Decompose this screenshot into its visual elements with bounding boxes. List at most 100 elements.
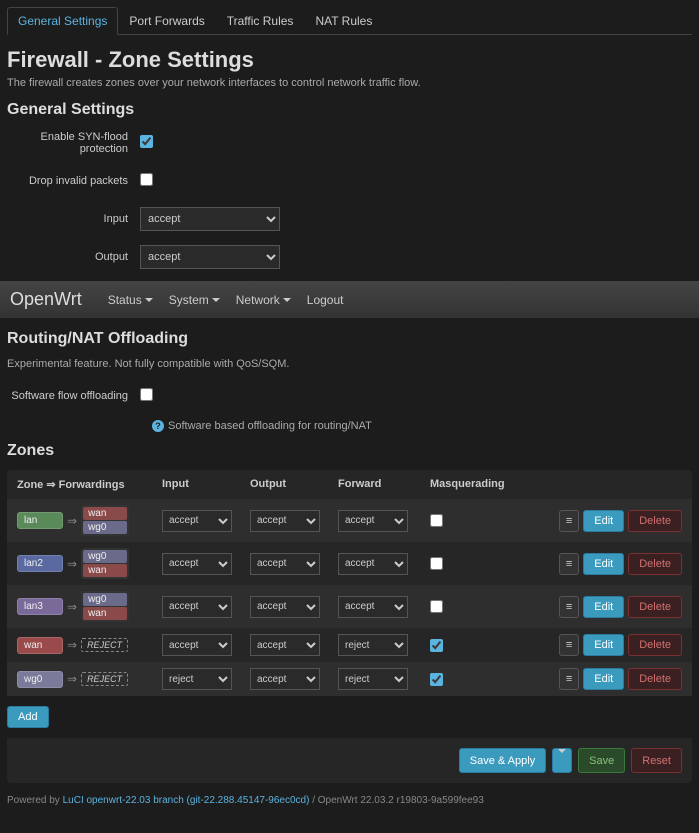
arrow-icon: ⇒ xyxy=(67,600,77,614)
arrow-icon: ⇒ xyxy=(67,557,77,571)
forwarding-stack: wg0wan xyxy=(81,591,129,622)
zone-lan-masq-checkbox[interactable] xyxy=(430,514,443,527)
table-header: Zone ⇒ Forwardings Input Output Forward … xyxy=(7,470,692,499)
reset-button[interactable]: Reset xyxy=(631,748,682,773)
fwd-badge-wg0: wg0 xyxy=(83,521,127,534)
zone-wan-f-select[interactable]: reject xyxy=(338,634,408,656)
zone-wg0-out-select[interactable]: accept xyxy=(250,668,320,690)
zone-lan-f-select[interactable]: accept xyxy=(338,510,408,532)
zone-row-wan: wan ⇒ REJECT accept accept reject ≡EditDelete xyxy=(7,628,692,662)
info-icon: ? xyxy=(152,420,164,432)
syn-label: Enable SYN-flood protection xyxy=(7,131,140,155)
zone-lan2-in-select[interactable]: accept xyxy=(162,553,232,575)
zone-wg0-f-select[interactable]: reject xyxy=(338,668,408,690)
fwd-badge-wg0: wg0 xyxy=(83,550,127,563)
zone-lan3-out-select[interactable]: accept xyxy=(250,596,320,618)
nav-system[interactable]: System xyxy=(169,293,220,307)
drop-checkbox[interactable] xyxy=(140,173,153,186)
chevron-down-icon xyxy=(283,298,291,302)
syn-checkbox[interactable] xyxy=(140,135,153,148)
save-apply-dropdown[interactable] xyxy=(552,748,572,773)
tab-traffic-rules[interactable]: Traffic Rules xyxy=(216,7,305,34)
chevron-down-icon xyxy=(212,298,220,302)
footer-actions: Save & Apply Save Reset xyxy=(7,738,692,783)
tabs: General SettingsPort ForwardsTraffic Rul… xyxy=(7,7,692,35)
save-button[interactable]: Save xyxy=(578,748,625,773)
drag-handle-icon[interactable]: ≡ xyxy=(559,596,579,618)
reject-badge: REJECT xyxy=(81,638,128,652)
th-output: Output xyxy=(250,478,338,491)
zone-wan-out-select[interactable]: accept xyxy=(250,634,320,656)
tab-nat-rules[interactable]: NAT Rules xyxy=(304,7,383,34)
fwd-badge-wan: wan xyxy=(83,607,127,620)
offload-desc: Experimental feature. Not fully compatib… xyxy=(7,358,692,370)
th-input: Input xyxy=(162,478,250,491)
drop-label: Drop invalid packets xyxy=(7,175,140,187)
th-forward: Forward xyxy=(338,478,426,491)
drag-handle-icon[interactable]: ≡ xyxy=(559,668,579,690)
zone-badge: lan2 xyxy=(17,555,63,572)
zone-wg0-masq-checkbox[interactable] xyxy=(430,673,443,686)
input-select[interactable]: accept xyxy=(140,207,280,231)
footer-link[interactable]: LuCI openwrt-22.03 branch (git-22.288.45… xyxy=(63,795,310,806)
save-apply-button[interactable]: Save & Apply xyxy=(459,748,546,773)
edit-button[interactable]: Edit xyxy=(583,510,624,532)
zone-lan-out-select[interactable]: accept xyxy=(250,510,320,532)
zone-badge: lan3 xyxy=(17,598,63,615)
edit-button[interactable]: Edit xyxy=(583,596,624,618)
tab-port-forwards[interactable]: Port Forwards xyxy=(118,7,215,34)
reject-badge: REJECT xyxy=(81,672,128,686)
edit-button[interactable]: Edit xyxy=(583,553,624,575)
edit-button[interactable]: Edit xyxy=(583,634,624,656)
zone-lan2-f-select[interactable]: accept xyxy=(338,553,408,575)
zone-wg0-in-select[interactable]: reject xyxy=(162,668,232,690)
page-footer: Powered by LuCI openwrt-22.03 branch (gi… xyxy=(7,783,692,826)
fwd-badge-wan: wan xyxy=(83,507,127,520)
nav-logout[interactable]: Logout xyxy=(307,293,344,307)
nav-status[interactable]: Status xyxy=(108,293,153,307)
brand: OpenWrt xyxy=(10,289,82,310)
arrow-icon: ⇒ xyxy=(67,672,77,686)
fwd-badge-wg0: wg0 xyxy=(83,593,127,606)
page-title: Firewall - Zone Settings xyxy=(7,47,692,73)
delete-button[interactable]: Delete xyxy=(628,634,682,656)
forwarding-stack: wg0wan xyxy=(81,548,129,579)
zone-wan-masq-checkbox[interactable] xyxy=(430,639,443,652)
input-label: Input xyxy=(7,213,140,225)
add-button[interactable]: Add xyxy=(7,706,49,728)
offload-heading: Routing/NAT Offloading xyxy=(7,330,692,348)
delete-button[interactable]: Delete xyxy=(628,596,682,618)
zone-lan2-out-select[interactable]: accept xyxy=(250,553,320,575)
zone-badge: lan xyxy=(17,512,63,529)
delete-button[interactable]: Delete xyxy=(628,668,682,690)
offload-checkbox[interactable] xyxy=(140,388,153,401)
drag-handle-icon[interactable]: ≡ xyxy=(559,553,579,575)
output-select[interactable]: accept xyxy=(140,245,280,269)
tab-general-settings[interactable]: General Settings xyxy=(7,7,118,35)
output-label: Output xyxy=(7,251,140,263)
delete-button[interactable]: Delete xyxy=(628,553,682,575)
offload-help: Software based offloading for routing/NA… xyxy=(168,420,372,432)
zone-lan3-masq-checkbox[interactable] xyxy=(430,600,443,613)
zone-lan3-in-select[interactable]: accept xyxy=(162,596,232,618)
page-subtitle: The firewall creates zones over your net… xyxy=(7,77,692,89)
arrow-icon: ⇒ xyxy=(67,638,77,652)
drag-handle-icon[interactable]: ≡ xyxy=(559,510,579,532)
nav-network[interactable]: Network xyxy=(236,293,291,307)
zone-lan-in-select[interactable]: accept xyxy=(162,510,232,532)
edit-button[interactable]: Edit xyxy=(583,668,624,690)
th-zone: Zone ⇒ Forwardings xyxy=(17,478,162,491)
delete-button[interactable]: Delete xyxy=(628,510,682,532)
zones-heading: Zones xyxy=(7,442,692,460)
chevron-down-icon xyxy=(145,298,153,302)
zones-table: Zone ⇒ Forwardings Input Output Forward … xyxy=(7,470,692,696)
fwd-badge-wan: wan xyxy=(83,564,127,577)
drag-handle-icon[interactable]: ≡ xyxy=(559,634,579,656)
zone-badge: wg0 xyxy=(17,671,63,688)
offload-label: Software flow offloading xyxy=(7,390,140,402)
forwarding-stack: wanwg0 xyxy=(81,505,129,536)
zone-badge: wan xyxy=(17,637,63,654)
zone-lan3-f-select[interactable]: accept xyxy=(338,596,408,618)
zone-lan2-masq-checkbox[interactable] xyxy=(430,557,443,570)
zone-wan-in-select[interactable]: accept xyxy=(162,634,232,656)
